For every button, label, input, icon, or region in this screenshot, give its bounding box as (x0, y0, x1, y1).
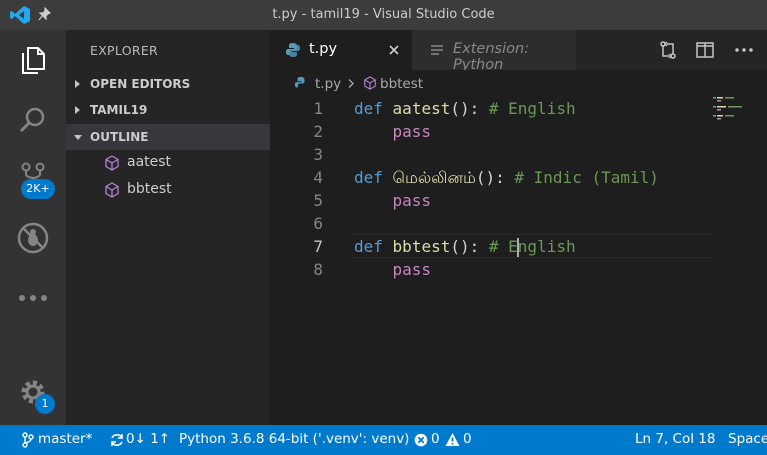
python-file-icon (286, 43, 300, 57)
line-number: 8 (313, 260, 323, 279)
keyword: def (354, 237, 383, 256)
breadcrumb: t.py bbtest (270, 70, 767, 96)
window-title: t.py - tamil19 - Visual Studio Code (272, 7, 495, 22)
section-label: TAMIL19 (90, 103, 148, 117)
code-line: def மெல்லினம்(): # Indic (Tamil) (354, 166, 659, 189)
warning-icon[interactable] (445, 432, 460, 447)
keyword: def (354, 99, 383, 118)
line-number-current: 7 (313, 237, 323, 256)
minimap[interactable] (713, 96, 767, 126)
tab-label: Extension: Python (453, 41, 530, 73)
section-label: OPEN EDITORS (90, 77, 191, 91)
chevron-down-icon (74, 135, 82, 140)
error-count[interactable]: 0 (431, 431, 440, 447)
debug-icon[interactable] (13, 218, 53, 258)
comment: # Indic (Tamil) (514, 168, 659, 187)
comment: # English (488, 99, 576, 118)
chevron-right-icon (75, 106, 80, 114)
sidebar: EXPLORER OPEN EDITORS TAMIL19 OUTLINE aa… (66, 30, 270, 425)
outline-item-bbtest[interactable]: bbtest (66, 177, 270, 203)
git-branch-icon (22, 432, 34, 448)
explorer-icon[interactable] (13, 40, 53, 80)
punctuation: (): (450, 99, 480, 118)
line-number: 5 (313, 191, 323, 210)
outline-item-aatest[interactable]: aatest (66, 150, 270, 176)
comment-text: nglish (517, 237, 576, 256)
function-name: bbtest (392, 237, 451, 256)
code-editor[interactable]: 1 2 3 4 5 6 7 8 def aatest(): # English … (270, 96, 767, 425)
keyword: pass (392, 260, 432, 279)
keyword: pass (392, 191, 432, 210)
function-name: aatest (392, 99, 451, 118)
error-icon[interactable] (414, 433, 428, 447)
cursor-position[interactable]: Ln 7, Col 18 (635, 431, 715, 447)
line-number: 6 (313, 214, 323, 233)
punctuation: (): (475, 168, 505, 187)
code-line: def bbtest(): # English (354, 235, 576, 258)
line-number: 3 (313, 145, 323, 164)
manage-badge: 1 (35, 394, 55, 414)
tab-extension-python[interactable]: Extension: Python (412, 30, 576, 73)
sync-icon[interactable] (110, 433, 124, 447)
section-tamil19[interactable]: TAMIL19 (66, 97, 270, 123)
tab-label: t.py (309, 41, 338, 57)
method-cube-icon (364, 76, 376, 90)
comment: # English (488, 237, 576, 257)
method-cube-icon (105, 182, 119, 198)
section-open-editors[interactable]: OPEN EDITORS (66, 71, 270, 97)
line-number: 4 (313, 168, 323, 187)
chevron-right-icon (75, 80, 80, 88)
python-interpreter[interactable]: Python 3.6.8 64-bit ('.venv': venv) (179, 431, 409, 447)
function-name: மெல்லினம் (392, 168, 476, 187)
open-changes-icon[interactable] (658, 40, 678, 60)
sync-status[interactable]: 0↓ 1↑ (126, 431, 170, 447)
source-control-badge: 2K+ (21, 179, 55, 199)
preview-lines-icon (431, 45, 443, 55)
comment-text: # E (488, 237, 518, 256)
git-branch[interactable]: master* (38, 431, 92, 447)
code-line: def aatest(): # English (354, 97, 576, 120)
line-number: 1 (313, 99, 323, 118)
code-line: pass (354, 189, 432, 212)
section-label: OUTLINE (90, 130, 149, 144)
more-actions-icon[interactable] (734, 40, 754, 60)
split-editor-icon[interactable] (695, 40, 715, 60)
keyword: pass (392, 122, 432, 141)
outline-item-label: bbtest (127, 181, 172, 197)
title-bar: t.py - tamil19 - Visual Studio Code (0, 0, 767, 30)
section-outline[interactable]: OUTLINE (66, 124, 270, 150)
keyword: def (354, 168, 383, 187)
code-line: pass (354, 120, 432, 143)
editor-tabs: t.py Extension: Python (270, 30, 767, 73)
line-number: 2 (313, 122, 323, 141)
chevron-right-icon (348, 79, 354, 88)
search-icon[interactable] (13, 100, 53, 140)
sidebar-title: EXPLORER (90, 43, 159, 58)
more-icon[interactable] (13, 278, 53, 318)
breadcrumb-symbol[interactable]: bbtest (380, 76, 423, 92)
activity-bar: 2K+ 1 (0, 30, 66, 425)
tab-t-py[interactable]: t.py (270, 30, 412, 70)
status-bar: master* 0↓ 1↑ Python 3.6.8 64-bit ('.ven… (0, 425, 767, 455)
outline-item-label: aatest (127, 154, 172, 170)
warning-count[interactable]: 0 (463, 431, 472, 447)
code-line: pass (354, 258, 432, 281)
indentation[interactable]: Space (728, 431, 767, 447)
breadcrumb-file[interactable]: t.py (315, 76, 341, 92)
method-cube-icon (105, 155, 119, 171)
python-file-icon (294, 76, 305, 88)
punctuation: (): (450, 237, 480, 256)
close-icon[interactable] (389, 45, 399, 55)
